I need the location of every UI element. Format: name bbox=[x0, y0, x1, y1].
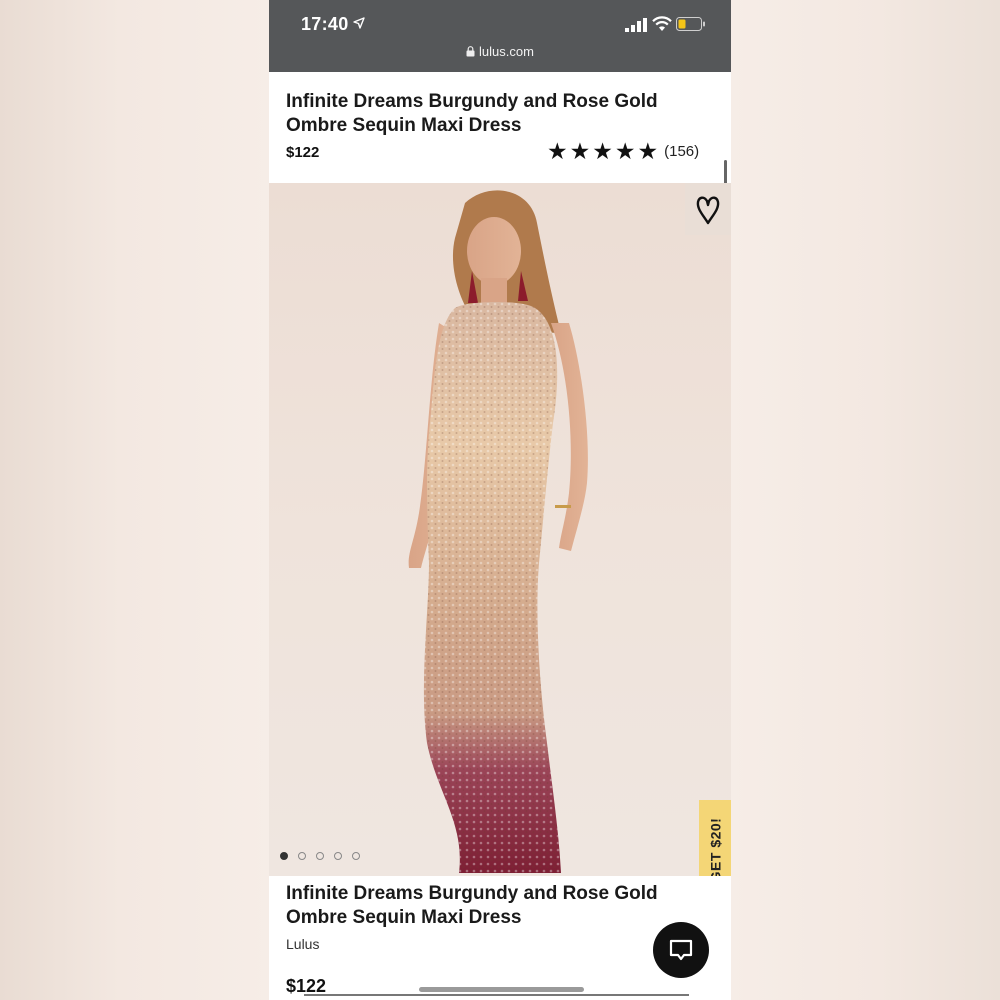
star-icon: ★ bbox=[614, 138, 636, 164]
chat-button[interactable] bbox=[653, 922, 709, 978]
status-time: 17:40 bbox=[301, 14, 349, 34]
carousel-dot[interactable] bbox=[316, 852, 324, 860]
carousel-dot[interactable] bbox=[298, 852, 306, 860]
lock-icon bbox=[466, 46, 475, 57]
review-count: (156) bbox=[664, 142, 700, 160]
battery-icon bbox=[676, 17, 705, 31]
star-icon: ★ bbox=[637, 138, 659, 164]
product-image-carousel[interactable] bbox=[269, 183, 731, 876]
address-bar[interactable]: lulus.com bbox=[269, 44, 731, 59]
favorite-button[interactable] bbox=[685, 183, 731, 235]
carousel-dot[interactable] bbox=[280, 852, 288, 860]
star-icon: ★ bbox=[592, 138, 613, 164]
home-indicator[interactable] bbox=[419, 987, 584, 992]
signal-icon bbox=[625, 18, 647, 32]
header-product-title: Infinite Dreams Burgundy and Rose Gold O… bbox=[286, 91, 658, 136]
wifi-icon bbox=[652, 16, 672, 31]
product-title: Infinite Dreams Burgundy and Rose Gold O… bbox=[286, 883, 658, 928]
carousel-dot[interactable] bbox=[334, 852, 342, 860]
carousel-dots bbox=[280, 852, 370, 860]
star-icon: ★ bbox=[569, 138, 591, 164]
location-arrow-icon bbox=[353, 17, 365, 29]
url-text: lulus.com bbox=[479, 44, 534, 59]
heart-icon bbox=[696, 196, 720, 225]
product-brand[interactable]: Lulus bbox=[286, 936, 319, 952]
header-price: $122 bbox=[286, 144, 320, 161]
promo-label: GET $20! bbox=[707, 817, 724, 883]
phone-screen: 17:40 lulus.com Infinite Dreams Burgundy… bbox=[269, 0, 731, 1000]
page-divider bbox=[304, 994, 689, 996]
star-rating[interactable]: ★ ★ ★ ★ ★ (156) bbox=[547, 139, 699, 163]
status-bar: 17:40 lulus.com bbox=[269, 0, 731, 72]
sticky-product-header: Infinite Dreams Burgundy and Rose Gold O… bbox=[269, 72, 731, 244]
chat-icon bbox=[669, 939, 693, 961]
carousel-dot[interactable] bbox=[352, 852, 360, 860]
star-icon: ★ bbox=[547, 138, 568, 164]
product-photo bbox=[408, 190, 588, 873]
